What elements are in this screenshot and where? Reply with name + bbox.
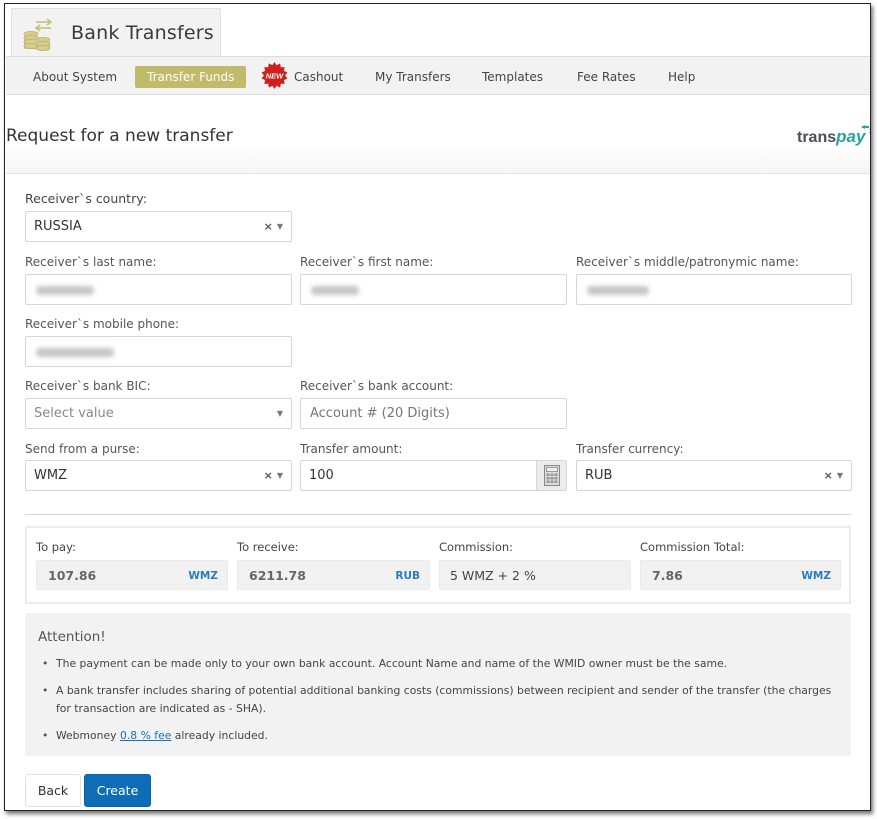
app-title: Bank Transfers bbox=[71, 22, 214, 44]
bank-bic-select[interactable]: Select value ▼ bbox=[25, 398, 292, 429]
to-receive-box: 6211.78 RUB bbox=[237, 560, 430, 590]
bank-account-input[interactable] bbox=[301, 399, 566, 428]
app-header-tab: Bank Transfers bbox=[11, 8, 221, 58]
purse-value: WMZ bbox=[34, 468, 67, 483]
blurred-value bbox=[36, 286, 94, 295]
chevron-down-icon[interactable]: ▼ bbox=[277, 409, 283, 418]
clear-icon[interactable]: × bbox=[264, 220, 273, 233]
create-button[interactable]: Create bbox=[84, 774, 151, 807]
blurred-value bbox=[311, 286, 359, 295]
attention-item-fee: Webmoney 0.8 % fee already included. bbox=[39, 727, 839, 745]
attention-box: Attention! The payment can be made only … bbox=[25, 613, 851, 756]
fee-prefix: Webmoney bbox=[56, 729, 120, 742]
currency-label: Transfer currency: bbox=[576, 442, 684, 456]
country-select[interactable]: RUSSIA × ▼ bbox=[25, 211, 292, 242]
chevron-down-icon[interactable]: ▼ bbox=[837, 471, 843, 480]
new-badge-icon: NEW bbox=[261, 62, 288, 89]
nav-cashout[interactable]: Cashout bbox=[294, 66, 343, 88]
transpay-logo: transpay bbox=[797, 125, 870, 151]
last-name-label: Receiver`s last name: bbox=[25, 255, 157, 269]
calculator-icon bbox=[544, 465, 560, 486]
to-pay-value: 107.86 bbox=[48, 568, 97, 583]
app-window: Bank Transfers About System Transfer Fun… bbox=[4, 3, 871, 811]
first-name-input[interactable] bbox=[300, 274, 567, 305]
nav-fee-rates[interactable]: Fee Rates bbox=[577, 66, 636, 88]
middle-name-label: Receiver`s middle/patronymic name: bbox=[576, 255, 799, 269]
amount-label: Transfer amount: bbox=[300, 442, 403, 456]
attention-item: The payment can be made only to your own… bbox=[39, 655, 839, 673]
clear-icon[interactable]: × bbox=[264, 469, 273, 482]
nav-help[interactable]: Help bbox=[668, 66, 695, 88]
bank-account-field[interactable] bbox=[300, 398, 567, 429]
currency-value: RUB bbox=[585, 468, 613, 483]
calculator-button[interactable] bbox=[536, 461, 566, 490]
blurred-value bbox=[587, 286, 649, 295]
chevron-down-icon[interactable]: ▼ bbox=[277, 471, 283, 480]
commission-value: 5 WMZ + 2 % bbox=[450, 568, 536, 583]
bank-account-label: Receiver`s bank account: bbox=[300, 379, 454, 393]
blurred-value bbox=[36, 348, 114, 357]
to-pay-box: 107.86 WMZ bbox=[36, 560, 228, 590]
country-label: Receiver`s country: bbox=[25, 191, 147, 206]
attention-list: The payment can be made only to your own… bbox=[39, 655, 839, 754]
mobile-phone-label: Receiver`s mobile phone: bbox=[25, 317, 180, 331]
transfer-summary: To pay: 107.86 WMZ To receive: 6211.78 R… bbox=[25, 526, 851, 604]
to-receive-currency: RUB bbox=[395, 570, 420, 582]
country-value: RUSSIA bbox=[34, 219, 82, 234]
fee-suffix: already included. bbox=[171, 729, 268, 742]
new-badge-text: NEW bbox=[266, 72, 284, 81]
commission-box: 5 WMZ + 2 % bbox=[439, 560, 631, 590]
page-title: Request for a new transfer bbox=[6, 126, 233, 146]
brand-trans: trans bbox=[797, 129, 837, 146]
transpay-arrows-icon bbox=[861, 125, 870, 134]
commission-total-value: 7.86 bbox=[652, 568, 683, 583]
main-nav: About System Transfer Funds Cashout My T… bbox=[6, 56, 870, 95]
to-pay-currency: WMZ bbox=[188, 570, 218, 582]
clear-icon[interactable]: × bbox=[824, 469, 833, 482]
commission-total-box: 7.86 WMZ bbox=[640, 560, 841, 590]
attention-item: A bank transfer includes sharing of pote… bbox=[39, 682, 839, 718]
to-pay-label: To pay: bbox=[36, 540, 76, 554]
nav-transfer-funds[interactable]: Transfer Funds bbox=[135, 66, 247, 88]
nav-templates[interactable]: Templates bbox=[482, 66, 543, 88]
to-receive-label: To receive: bbox=[237, 540, 299, 554]
currency-select[interactable]: RUB × ▼ bbox=[576, 460, 852, 491]
commission-label: Commission: bbox=[439, 540, 514, 554]
coins-transfer-icon bbox=[23, 18, 53, 51]
bank-bic-label: Receiver`s bank BIC: bbox=[25, 379, 151, 393]
nav-my-transfers[interactable]: My Transfers bbox=[375, 66, 451, 88]
first-name-label: Receiver`s first name: bbox=[300, 255, 434, 269]
commission-total-currency: WMZ bbox=[801, 570, 831, 582]
amount-input[interactable]: 100 bbox=[300, 460, 567, 491]
back-button[interactable]: Back bbox=[25, 774, 81, 807]
bank-bic-placeholder: Select value bbox=[34, 406, 114, 421]
last-name-input[interactable] bbox=[25, 274, 292, 305]
fee-link[interactable]: 0.8 % fee bbox=[120, 729, 171, 742]
purse-select[interactable]: WMZ × ▼ bbox=[25, 460, 292, 491]
divider bbox=[25, 514, 851, 515]
commission-total-label: Commission Total: bbox=[640, 540, 745, 554]
middle-name-input[interactable] bbox=[576, 274, 852, 305]
chevron-down-icon[interactable]: ▼ bbox=[277, 222, 283, 231]
mobile-phone-input[interactable] bbox=[25, 336, 292, 367]
amount-value: 100 bbox=[309, 468, 334, 483]
to-receive-value: 6211.78 bbox=[249, 568, 306, 583]
purse-label: Send from a purse: bbox=[25, 442, 140, 456]
attention-title: Attention! bbox=[38, 629, 106, 645]
nav-about-system[interactable]: About System bbox=[33, 66, 117, 88]
